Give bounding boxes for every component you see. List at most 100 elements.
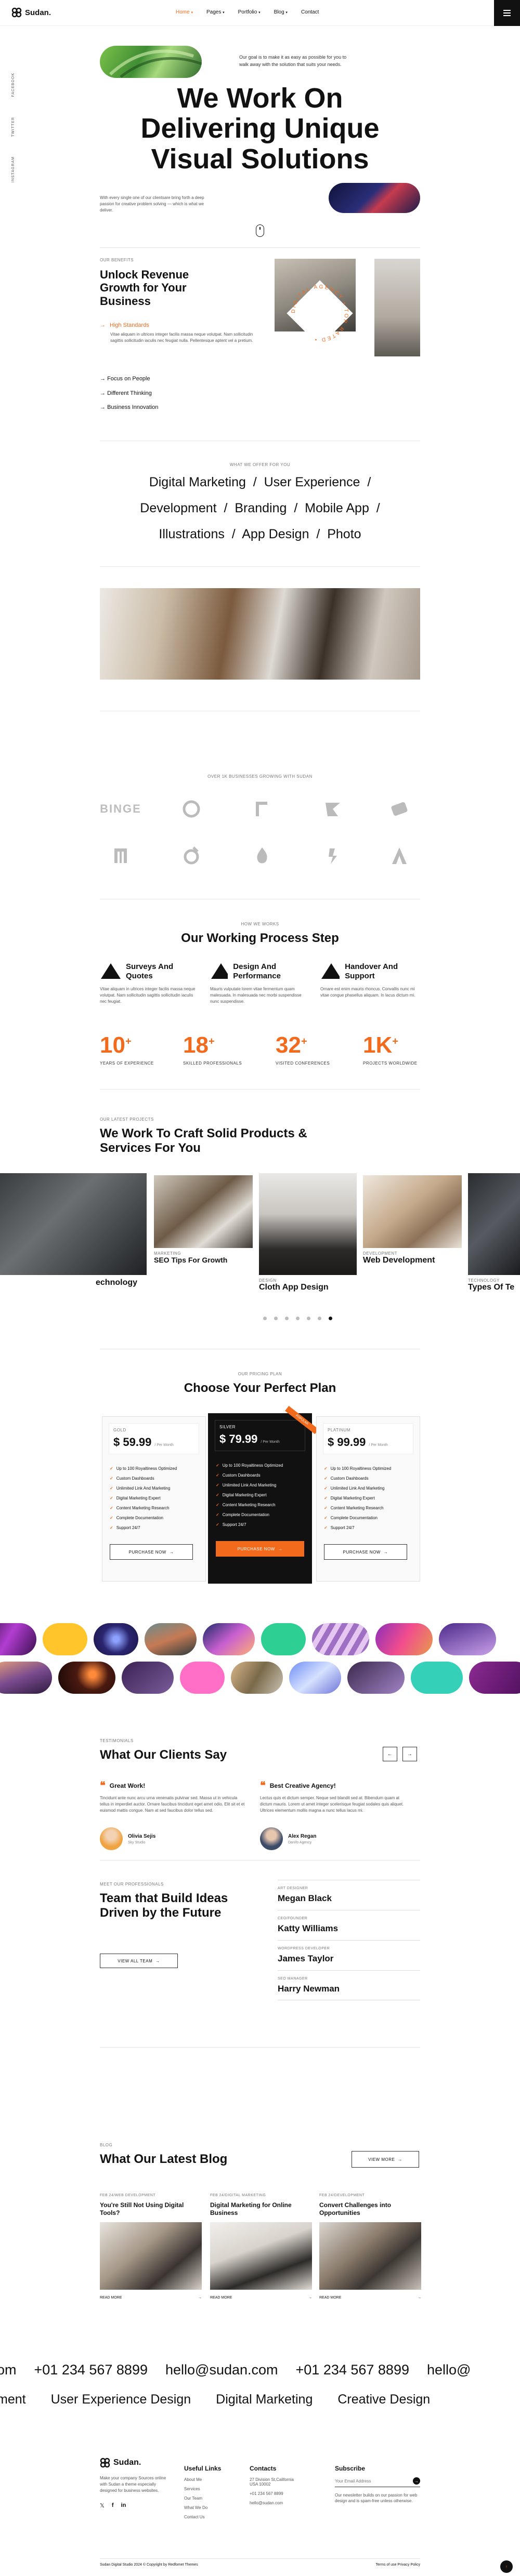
- project-title: echnology: [96, 1278, 138, 1287]
- client-logo-icon[interactable]: [312, 796, 354, 822]
- view-more-button[interactable]: VIEW MORE →: [352, 2151, 419, 2168]
- logo-text: Sudan.: [25, 8, 51, 17]
- prev-arrow-button[interactable]: ←: [383, 1747, 397, 1761]
- footer-email[interactable]: hello@sudan.com: [250, 2501, 317, 2505]
- benefit-item[interactable]: → Different Thinking: [100, 387, 159, 401]
- send-icon[interactable]: →: [413, 2477, 420, 2485]
- arrow-icon: →: [383, 1549, 388, 1555]
- quote-icon: ❝: [100, 1780, 106, 1791]
- benefit-item-active[interactable]: → High Standards: [100, 322, 149, 328]
- blog-card[interactable]: FEB 24/DIGITAL MARKETING Digital Marketi…: [210, 2194, 312, 2300]
- service-development[interactable]: Development: [140, 501, 216, 515]
- marquee-email[interactable]: hello@: [427, 2362, 471, 2378]
- benefit-item[interactable]: → Focus on People: [100, 372, 159, 387]
- client-logo-icon[interactable]: [379, 843, 420, 869]
- team-tag: MEET OUR PROFESSIONALS: [100, 1882, 164, 1887]
- team-title: Team that Build Ideas Driven by the Futu…: [100, 1891, 228, 1920]
- team-member[interactable]: CEO/FOUNDER Katty Williams: [278, 1910, 420, 1940]
- purchase-button[interactable]: PURCHASE NOW →: [216, 1541, 304, 1557]
- project-card[interactable]: DEVELOPMENT Web Development: [363, 1175, 462, 1265]
- gallery-pill: [261, 1623, 306, 1655]
- nav-home[interactable]: Home ▾: [176, 9, 193, 15]
- team-member[interactable]: ART DESIGNER Megan Black: [278, 1880, 420, 1910]
- service-photo[interactable]: Photo: [327, 527, 361, 541]
- nav-contact[interactable]: Contact: [301, 9, 319, 15]
- divider: [100, 2047, 420, 2048]
- footer-link[interactable]: Services: [184, 2487, 241, 2491]
- footer-link[interactable]: About Me: [184, 2477, 241, 2482]
- gallery-pill: [122, 1662, 174, 1694]
- service-illustrations[interactable]: Illustrations: [159, 527, 224, 541]
- side-link-twitter[interactable]: TWITTER: [11, 117, 15, 137]
- triangle-icon: [321, 963, 340, 979]
- service-mobile-app[interactable]: Mobile App: [305, 501, 369, 515]
- linkedin-icon[interactable]: in: [121, 2502, 126, 2509]
- footer-link[interactable]: What We Do: [184, 2505, 241, 2510]
- blog-card[interactable]: FEB 24/DEVELOPMENT Convert Challenges in…: [319, 2194, 421, 2300]
- clients-tag: OVER 1K BUSINESSES GROWING WITH SUDAN: [207, 774, 313, 779]
- footer-logo[interactable]: Sudan.: [100, 2458, 173, 2468]
- carousel-dot[interactable]: [274, 1317, 278, 1320]
- nav-portfolio[interactable]: Portfolio ▾: [238, 9, 261, 15]
- logo-icon: [100, 2458, 110, 2468]
- nav-blog[interactable]: Blog ▾: [274, 9, 288, 15]
- process-tag: HOW WE WORKS: [241, 922, 279, 926]
- service-user-experience[interactable]: User Experience: [264, 475, 360, 489]
- scroll-mouse-icon[interactable]: [256, 224, 264, 237]
- marquee-email[interactable]: hello@sudan.com: [165, 2362, 278, 2378]
- facebook-icon[interactable]: f: [112, 2502, 114, 2509]
- menu-button[interactable]: [494, 0, 520, 26]
- client-logo-icon[interactable]: [171, 796, 212, 822]
- stat-label: YEARS OF EXPERIENCE: [100, 1061, 154, 1066]
- footer-link[interactable]: Contact Us: [184, 2515, 241, 2519]
- carousel-dot-active[interactable]: [329, 1317, 332, 1320]
- client-logo-icon[interactable]: [171, 843, 212, 869]
- twitter-icon[interactable]: 𝕏: [100, 2502, 105, 2509]
- arrow-icon: →: [308, 2296, 312, 2300]
- footer-legal-links[interactable]: Terms of use Privacy Policy: [375, 2563, 420, 2567]
- marquee-phone[interactable]: +01 234 567 8899: [296, 2362, 409, 2378]
- footer-about: Make your company Sources online with Su…: [100, 2476, 166, 2493]
- footer-link[interactable]: Our Team: [184, 2496, 241, 2501]
- project-card[interactable]: echnology: [0, 1173, 147, 1287]
- carousel-dot[interactable]: [285, 1317, 289, 1320]
- marquee-services: ment User Experience Design Digital Mark…: [0, 2392, 431, 2407]
- footer-phone[interactable]: +01 234 567 8899: [250, 2491, 317, 2496]
- view-all-team-button[interactable]: VIEW ALL TEAM →: [100, 1954, 178, 1968]
- step-title: Handover And Support: [345, 962, 398, 980]
- client-logo-icon[interactable]: [241, 843, 283, 869]
- step-desc: Vitae aliquam in ultrices integer facili…: [100, 987, 196, 1004]
- benefit-item[interactable]: → Business Innovation: [100, 401, 159, 415]
- client-logo-icon[interactable]: [312, 843, 354, 869]
- nav-pages[interactable]: Pages ▾: [206, 9, 225, 15]
- avatar: [100, 1827, 123, 1850]
- client-logo-icon[interactable]: [100, 843, 141, 869]
- service-app-design[interactable]: App Design: [242, 527, 309, 541]
- client-logo-icon[interactable]: [379, 796, 420, 822]
- project-card[interactable]: DESIGN Cloth App Design: [259, 1173, 357, 1292]
- side-link-facebook[interactable]: FACEBOOK: [11, 73, 15, 97]
- newsletter-email-input[interactable]: [335, 2478, 413, 2484]
- next-arrow-button[interactable]: →: [402, 1747, 417, 1761]
- step-desc: Mauris vulputate lorem vitae fermentum q…: [210, 987, 302, 1004]
- project-card[interactable]: MARKETING SEO Tips For Growth: [154, 1175, 253, 1264]
- team-member[interactable]: SEO MANAGER Harry Newman: [278, 1970, 420, 2000]
- purchase-button[interactable]: PURCHASE NOW →: [324, 1544, 407, 1560]
- side-link-instagram[interactable]: INSTAGRAM: [11, 156, 15, 182]
- carousel-dot[interactable]: [307, 1317, 310, 1320]
- service-digital-marketing[interactable]: Digital Marketing: [149, 475, 246, 489]
- footer-social: 𝕏 f in: [100, 2502, 173, 2509]
- team-member[interactable]: WORDPRESS DEVELOPER James Taylor: [278, 1940, 420, 1970]
- purchase-button[interactable]: PURCHASE NOW →: [110, 1544, 193, 1560]
- carousel-dot[interactable]: [263, 1317, 267, 1320]
- client-logo-icon[interactable]: [241, 796, 283, 822]
- marquee-phone[interactable]: +01 234 567 8899: [34, 2362, 148, 2378]
- project-card[interactable]: TECHNOLOGY Types Of Te: [468, 1173, 520, 1292]
- back-to-top-button[interactable]: ↑: [500, 2560, 513, 2573]
- client-logo-binge[interactable]: BINGE: [100, 796, 141, 822]
- blog-card[interactable]: FEB 24/WEB DEVELOPMENT You're Still Not …: [100, 2194, 202, 2300]
- logo[interactable]: Sudan.: [11, 7, 51, 18]
- carousel-dot[interactable]: [318, 1317, 321, 1320]
- carousel-dot[interactable]: [296, 1317, 300, 1320]
- service-branding[interactable]: Branding: [235, 501, 287, 515]
